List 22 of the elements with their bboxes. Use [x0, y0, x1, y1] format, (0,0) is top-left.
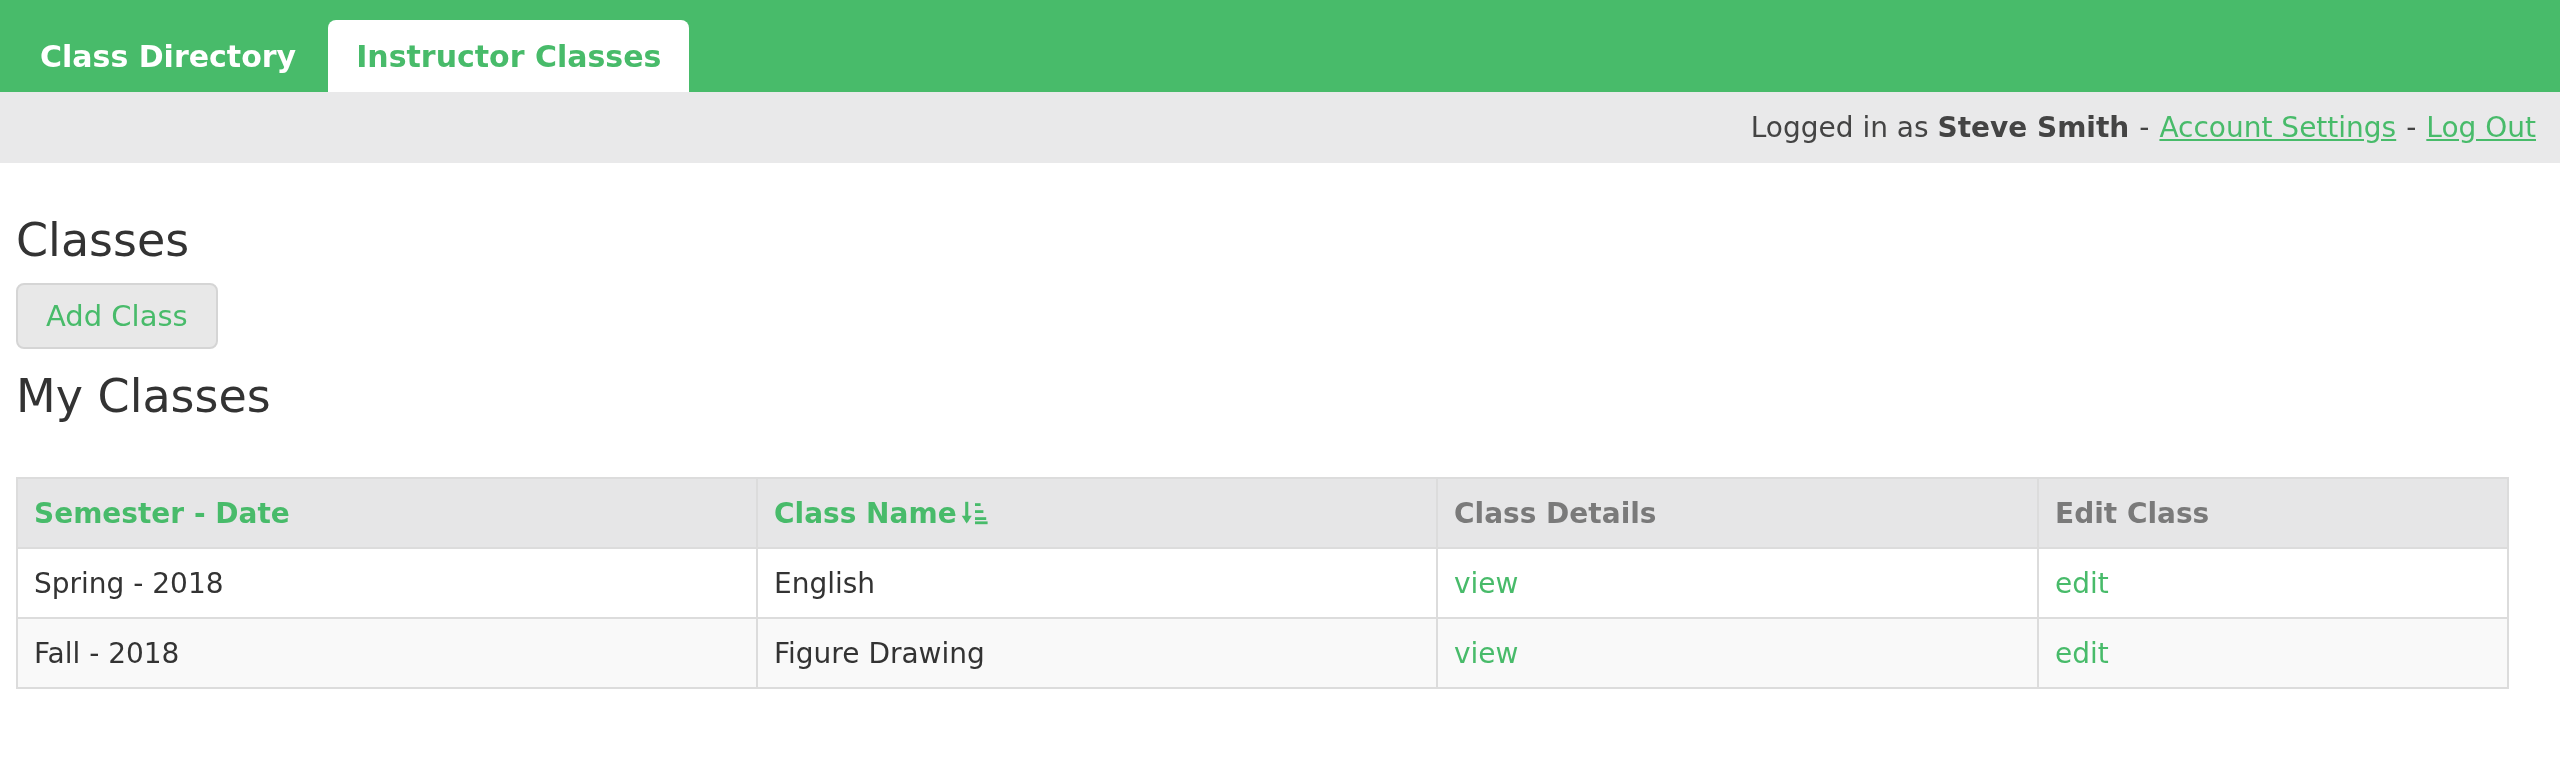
nav-tab[interactable]: Class Directory — [12, 20, 325, 92]
table-link[interactable]: edit — [2055, 566, 2109, 600]
separator-text: - — [2406, 111, 2417, 144]
logged-in-text: Logged in as Steve Smith — [1750, 111, 2130, 144]
column-header-label: Class Details — [1454, 496, 1657, 530]
column-header[interactable]: Class Name — [757, 478, 1437, 548]
table-link[interactable]: view — [1454, 566, 1519, 600]
table-link[interactable]: view — [1454, 636, 1519, 670]
add-class-button[interactable]: Add Class — [16, 283, 218, 349]
column-header-label: Class Name — [774, 496, 957, 530]
table-link[interactable]: edit — [2055, 636, 2109, 670]
page-heading: Classes — [16, 213, 191, 267]
column-header[interactable]: Semester - Date — [17, 478, 757, 548]
column-header-label: Edit Class — [2055, 496, 2210, 530]
table-cell: Fall - 2018 — [17, 618, 757, 688]
table-cell: Figure Drawing — [757, 618, 1437, 688]
account-settings-link[interactable]: Account Settings — [2159, 111, 2397, 144]
log-out-link[interactable]: Log Out — [2426, 111, 2536, 144]
column-header-label: Semester - Date — [34, 496, 290, 530]
section-heading: My Classes — [16, 369, 272, 423]
nav-tab[interactable]: Instructor Classes — [328, 20, 690, 92]
separator-text: - — [2139, 111, 2150, 144]
